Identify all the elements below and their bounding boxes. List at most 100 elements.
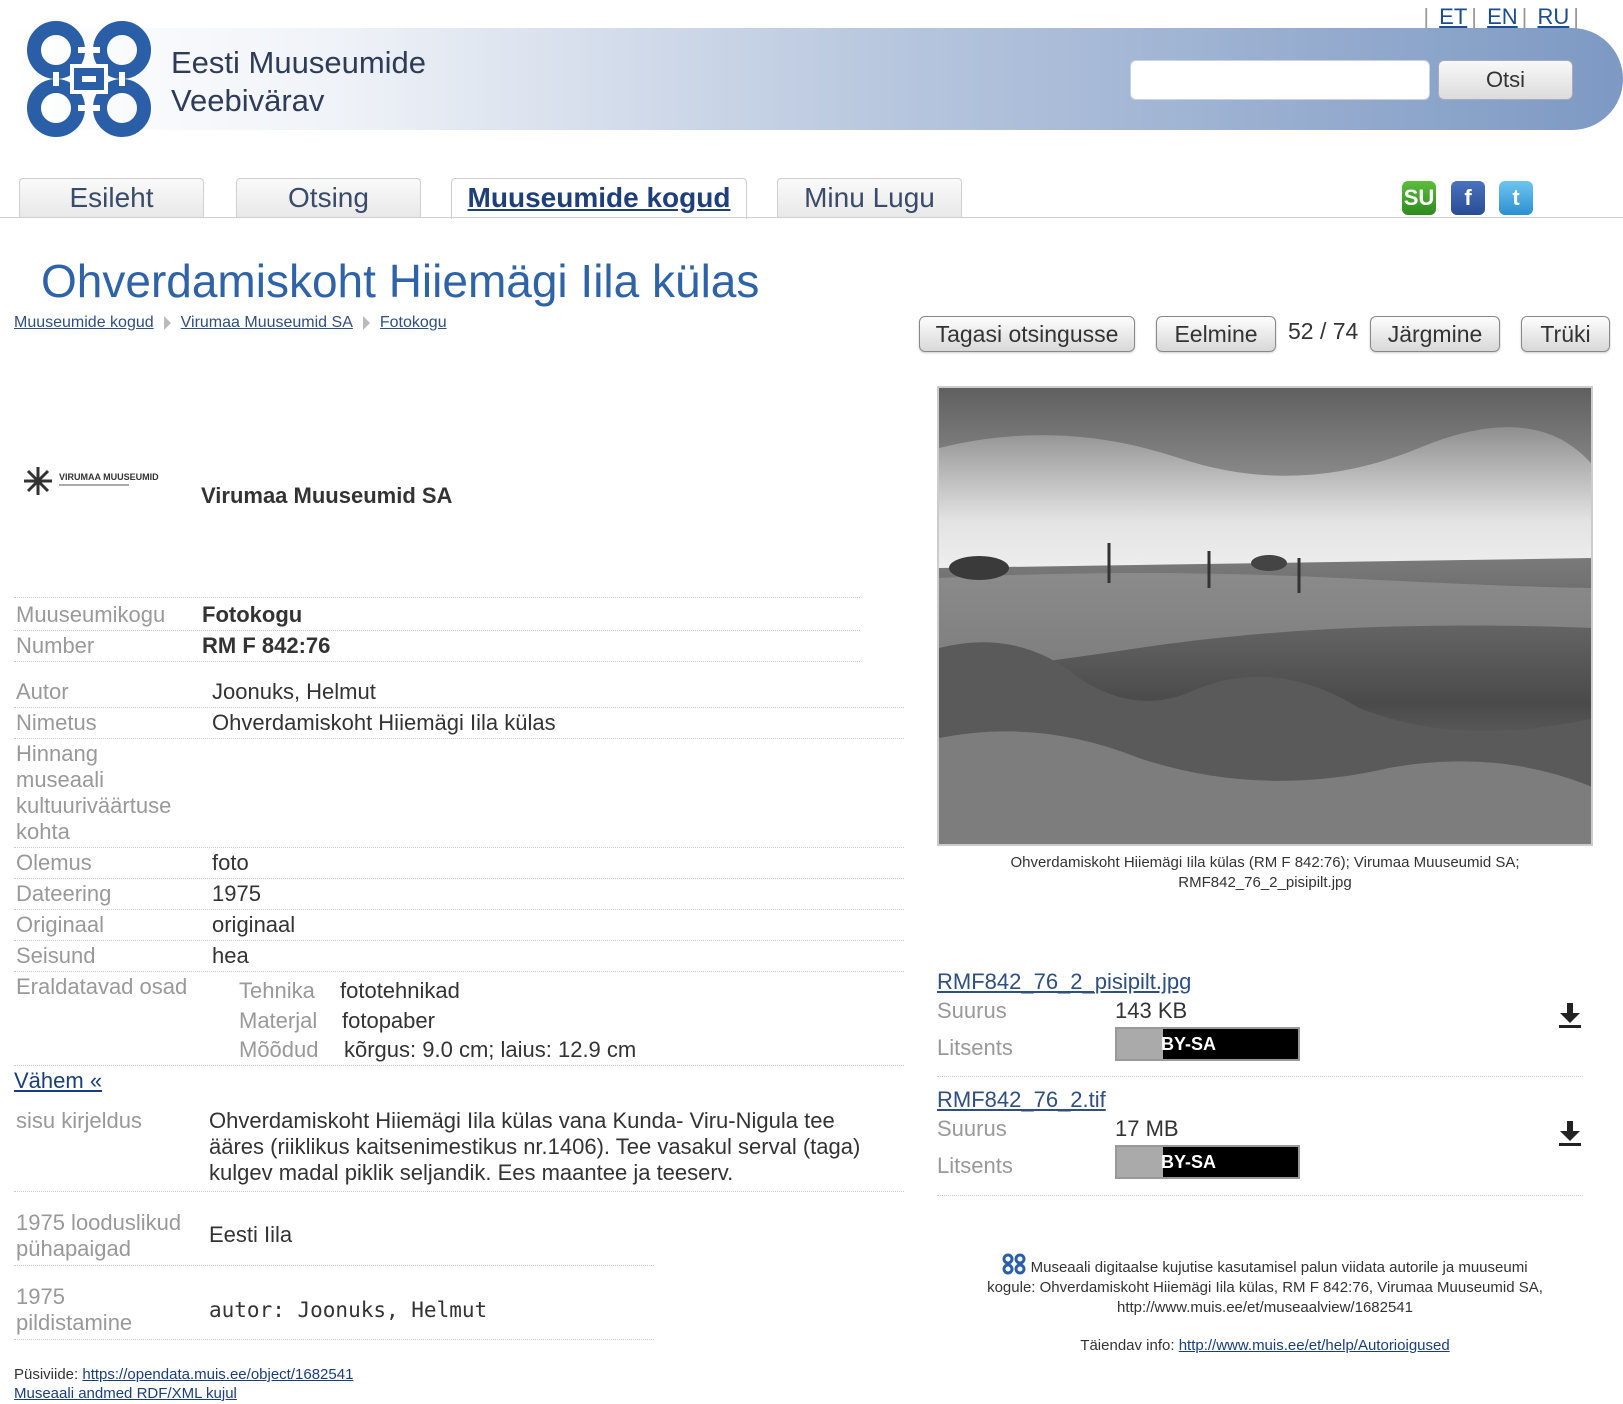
- facebook-icon[interactable]: f: [1451, 181, 1485, 215]
- field-row-sacred-sites: 1975 looduslikud pühapaigad Eesti Iila: [14, 1206, 654, 1266]
- breadcrumb-separator-icon: [362, 315, 370, 330]
- field-value: originaal: [212, 912, 296, 937]
- tab-esileht[interactable]: Esileht: [19, 178, 204, 218]
- lang-en-link[interactable]: EN: [1487, 4, 1518, 29]
- field-label: Seisund: [16, 943, 96, 968]
- breadcrumb-link-collection[interactable]: Fotokogu: [380, 314, 447, 331]
- breadcrumb-separator-icon: [163, 315, 171, 330]
- permalink-url[interactable]: https://opendata.muis.ee/object/1682541: [82, 1366, 353, 1383]
- caption-line2: RMF842_76_2_pisipilt.jpg: [1178, 874, 1352, 891]
- file-license-label: Litsents: [937, 1153, 1013, 1178]
- field-divider: [14, 597, 860, 598]
- field-value: RM F 842:76: [202, 633, 331, 658]
- museum-star-icon: [24, 467, 52, 495]
- usage-line2: kogule: Ohverdamiskoht Hiiemägi Iila kül…: [987, 1279, 1543, 1296]
- field-label: Nimetus: [16, 710, 97, 735]
- field-row-number: Number RM F 842:76: [14, 631, 860, 662]
- museum-logo-subline: [59, 484, 129, 486]
- permalink-label: Püsiviide:: [14, 1366, 79, 1383]
- description-line: kulgev madal piklik seljandik. Ees maant…: [209, 1160, 734, 1185]
- twitter-icon[interactable]: t: [1499, 181, 1533, 215]
- site-logo-icon[interactable]: [24, 18, 154, 140]
- museum-logo: VIRUMAA MUUSEUMID: [23, 464, 178, 500]
- field-value: 1975: [212, 881, 261, 906]
- breadcrumb-link-kogud[interactable]: Muuseumide kogud: [14, 314, 154, 331]
- detachable-value: kõrgus: 9.0 cm; laius: 12.9 cm: [344, 1037, 637, 1062]
- file-size-label: Suurus: [937, 998, 1007, 1023]
- license-label: BY-SA: [1161, 1034, 1217, 1054]
- detachable-value: fototehnikad: [340, 978, 460, 1003]
- language-switcher: | ET | EN | RU |: [1423, 4, 1579, 29]
- field-label: Olemus: [16, 850, 92, 875]
- museum-photo[interactable]: [937, 386, 1593, 846]
- site-title-line1: Eesti Muuseumide: [171, 45, 427, 80]
- download-icon[interactable]: [1557, 1001, 1583, 1029]
- field-value: Fotokogu: [202, 602, 303, 627]
- tab-minu-lugu[interactable]: Minu Lugu: [777, 178, 962, 218]
- stumbleupon-icon[interactable]: SU: [1402, 181, 1436, 215]
- site-title-line2: Veebivärav: [171, 83, 325, 118]
- field-label: pühapaigad: [16, 1236, 132, 1261]
- file-license-label: Litsents: [937, 1035, 1013, 1060]
- extra-info: Täiendav info: http://www.muis.ee/et/hel…: [937, 1337, 1593, 1354]
- rdf-xml-link[interactable]: Museaali andmed RDF/XML kujul: [14, 1385, 237, 1402]
- file-size-value: 143 KB: [1115, 998, 1188, 1023]
- file-size-label: Suurus: [937, 1116, 1007, 1141]
- extra-info-link[interactable]: http://www.muis.ee/et/help/Autorioigused: [1179, 1337, 1450, 1354]
- field-value: Joonuks, Helmut: [212, 679, 376, 704]
- field-value: Eesti Iila: [209, 1222, 293, 1247]
- file-divider: [937, 1195, 1583, 1196]
- previous-button[interactable]: Eelmine: [1156, 316, 1276, 352]
- detachable-label: Mõõdud: [239, 1037, 319, 1062]
- breadcrumb: Muuseumide kogud Virumaa Muuseumid SA Foto…: [14, 314, 453, 332]
- photo-caption: Ohverdamiskoht Hiiemägi Iila külas (RM F…: [937, 853, 1593, 893]
- search-button[interactable]: Otsi: [1438, 60, 1573, 100]
- cc-badge-background: [1117, 1147, 1163, 1177]
- cc-license-badge[interactable]: ccBY-SA: [1115, 1027, 1300, 1061]
- field-row-nature: Olemus foto: [14, 848, 904, 879]
- description-line: ääres (riiklikus kaitsenimestikus nr.140…: [209, 1134, 861, 1159]
- breadcrumb-link-museum[interactable]: Virumaa Muuseumid SA: [181, 314, 353, 331]
- back-to-search-button[interactable]: Tagasi otsingusse: [919, 316, 1135, 352]
- file-divider: [937, 1076, 1583, 1077]
- site-title[interactable]: Eesti Muuseumide Veebivärav: [171, 44, 426, 120]
- field-row-photographing: 1975 pildistamine autor: Joonuks, Helmut: [14, 1280, 654, 1340]
- page-title: Ohverdamiskoht Hiiemägi Iila külas: [41, 255, 760, 307]
- usage-line1: Museaali digitaalse kujutise kasutamisel…: [1030, 1259, 1528, 1276]
- tab-otsing[interactable]: Otsing: [236, 178, 421, 218]
- show-less-link[interactable]: Vähem «: [14, 1068, 102, 1094]
- field-value: foto: [212, 850, 249, 875]
- field-row-original: Originaal originaal: [14, 910, 904, 941]
- site-logo-small-icon: [1002, 1253, 1026, 1275]
- museum-name: Virumaa Muuseumid SA: [201, 483, 453, 508]
- museum-logo-text: VIRUMAA MUUSEUMID: [59, 472, 159, 482]
- usage-note: Museaali digitaalse kujutise kasutamisel…: [937, 1253, 1593, 1318]
- download-icon[interactable]: [1557, 1119, 1583, 1147]
- field-label: Eraldatavad osad: [16, 974, 188, 999]
- lang-et-link[interactable]: ET: [1439, 4, 1467, 29]
- field-label: Muuseumikogu: [16, 602, 166, 627]
- tab-muuseumide-kogud[interactable]: Muuseumide kogud: [451, 178, 747, 219]
- lang-ru-link[interactable]: RU: [1538, 4, 1570, 29]
- field-row-name: Nimetus Ohverdamiskoht Hiiemägi Iila kül…: [14, 708, 904, 739]
- tab-divider: [0, 217, 1623, 218]
- permalink: Püsiviide: https://opendata.muis.ee/obje…: [14, 1366, 353, 1383]
- cc-license-badge[interactable]: ccBY-SA: [1115, 1145, 1300, 1179]
- field-row-assessment: Hinnang museaali kultuuriväärtuse kohta: [14, 739, 904, 848]
- field-label: Autor: [16, 679, 69, 704]
- license-label: BY-SA: [1161, 1152, 1217, 1172]
- landscape-photo-image: [939, 388, 1591, 844]
- description-line: Ohverdamiskoht Hiiemägi Iila külas vana …: [209, 1108, 835, 1133]
- print-button[interactable]: Trüki: [1521, 316, 1610, 352]
- file-link[interactable]: RMF842_76_2.tif: [937, 1087, 1106, 1113]
- field-label: 1975 looduslikud: [16, 1210, 182, 1235]
- description-text: Ohverdamiskoht Hiiemägi Iila külas vana …: [209, 1108, 860, 1186]
- detachable-label: Tehnika: [239, 978, 315, 1003]
- extra-info-label: Täiendav info:: [1080, 1337, 1175, 1354]
- search-input[interactable]: [1130, 60, 1430, 100]
- file-link[interactable]: RMF842_76_2_pisipilt.jpg: [937, 969, 1191, 995]
- next-button[interactable]: Järgmine: [1370, 316, 1500, 352]
- detachable-label: Materjal: [239, 1008, 318, 1033]
- field-row-condition: Seisund hea: [14, 941, 904, 972]
- result-counter: 52 / 74: [1288, 318, 1359, 344]
